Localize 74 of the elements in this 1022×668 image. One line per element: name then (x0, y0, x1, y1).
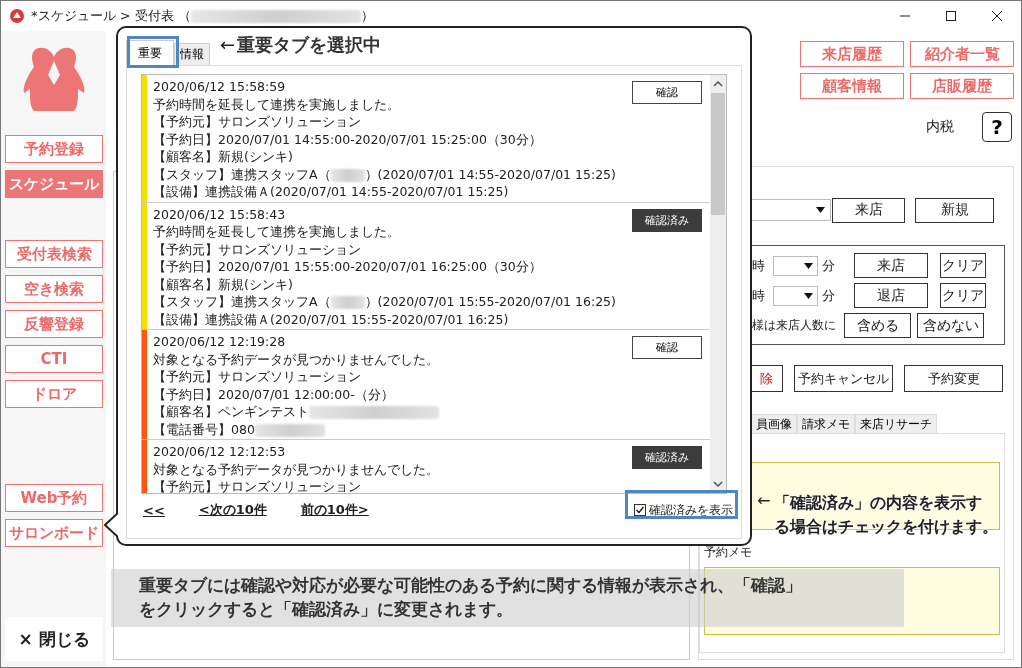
confirm-button[interactable]: 確認 (632, 81, 702, 104)
notice-line: 【顧客名】ペンギンテスト (153, 403, 632, 421)
hour-label: 時 (752, 286, 765, 305)
penguins-logo (21, 45, 87, 113)
popup-tab[interactable]: 重要 (126, 40, 174, 65)
page-link[interactable]: 前の10件> (300, 501, 369, 519)
detail-tab[interactable]: 員画像 (751, 414, 797, 433)
tax-label: 内税 (926, 118, 954, 136)
minute-select[interactable] (773, 285, 819, 306)
close-icon[interactable] (991, 10, 1003, 22)
notice-timestamp: 2020/06/12 15:58:59 (153, 78, 287, 96)
action-button[interactable]: 予約キャンセル (794, 365, 893, 392)
minute-label: 分 (822, 286, 836, 305)
maximize-icon[interactable] (945, 10, 957, 22)
notice-line: 【予約元】サロンズソリューション (153, 368, 362, 386)
visit-button[interactable]: 来店 (832, 197, 905, 223)
annotation-arrow: ← (757, 491, 771, 512)
notice-timestamp: 2020/06/12 12:12:53 (153, 443, 287, 461)
notice-timestamp: 2020/06/12 15:58:43 (153, 205, 287, 223)
page-link[interactable]: << (143, 502, 165, 518)
detail-tab[interactable]: 請求メモ (797, 414, 855, 433)
confirm-button[interactable]: 確認済み (632, 446, 702, 469)
notice-line: 【予約日】2020/07/01 14:55:00-2020/07/01 15:25:00（30分） (153, 130, 543, 148)
notice-line: 【予約元】サロンズソリューション (153, 478, 362, 493)
show-confirmed-checkbox[interactable]: 確認済みを表示 (634, 501, 733, 519)
notice-line: 【予約日】2020/07/01 12:00:00-（分） (153, 385, 395, 403)
hour-label: 時 (752, 256, 765, 275)
notice-line: 【予約日】2020/07/01 15:55:00-2020/07/01 16:25:00（30分） (153, 258, 543, 276)
time-button[interactable]: 退店 (854, 283, 929, 308)
notice-timestamp: 2020/06/12 12:19:28 (153, 333, 287, 351)
page-link[interactable]: <次の10件 (198, 501, 267, 519)
include-button[interactable]: 含める (844, 313, 911, 338)
notice-line: 【電話番号】080 (153, 420, 632, 438)
dropdown-arrow-icon (804, 292, 814, 299)
action-button[interactable]: 予約変更 (904, 365, 1003, 392)
notice-line: 予約時間を延長して連携を実施しました。 (153, 223, 401, 241)
headcount-label: 様は来店人数に (752, 317, 837, 334)
dropdown-arrow-icon (804, 262, 814, 269)
dropdown-arrow-icon (816, 207, 825, 213)
action-button[interactable]: 除 (751, 365, 783, 392)
help-button[interactable]: ? (982, 112, 1012, 142)
minute-select[interactable] (773, 255, 819, 276)
confirm-button[interactable]: 確認 (632, 336, 702, 359)
notice-line: 予約時間を延長して連携を実施しました。 (153, 95, 401, 113)
notice-line: 【設備】連携設備Ａ(2020/07/01 15:55-2020/07/01 16:25) (153, 310, 510, 328)
window-title: *スケジュール > 受付表 （ ） (31, 7, 374, 25)
notice-line: 対象となる予約データが見つかりませんでした。 (153, 460, 440, 478)
memo-label: 予約メモ (704, 544, 753, 561)
exclude-button[interactable]: 含めない (917, 313, 984, 338)
notice-line: 【顧客名】新規(シンキ) (153, 275, 294, 293)
scroll-down-icon[interactable] (713, 481, 723, 487)
new-button[interactable]: 新規 (915, 197, 994, 223)
notice-line: 【スタッフ】連携スタッフA（ ）(2020/07/01 14:55-2020/07/01 15:25) (153, 165, 617, 183)
time-button[interactable]: 来店 (854, 253, 929, 278)
notice-line: 【顧客名】新規(シンキ) (153, 148, 294, 166)
notice-line: 【設備】連携設備Ａ(2020/07/01 14:55-2020/07/01 15:25) (153, 183, 510, 201)
scroll-up-icon[interactable] (713, 81, 723, 87)
annotation-arrow: ← (220, 34, 236, 55)
annotation-text: 重要タブを選択中 (237, 33, 382, 57)
annotation-banner: 重要タブには確認や対応が必要な可能性のある予約に関する情報が表示され、「確認」 をクリックすると「確認済み」に変更されます。 (111, 569, 904, 627)
notice-line: 対象となる予約データが見つかりませんでした。 (153, 350, 440, 368)
detail-tab[interactable]: 来店リサーチ (855, 414, 937, 433)
highlight-frame (127, 36, 179, 68)
checkbox-icon (634, 504, 646, 516)
notice-line: 【予約元】サロンズソリューション (153, 240, 362, 258)
scrollbar[interactable] (710, 75, 726, 493)
app-icon (9, 8, 25, 24)
confirm-button[interactable]: 確認済み (632, 208, 702, 232)
clear-button[interactable]: クリア (940, 253, 986, 278)
minute-label: 分 (822, 256, 836, 275)
notice-line: 【予約元】サロンズソリューション (153, 113, 362, 131)
clear-button[interactable]: クリア (940, 283, 986, 308)
close-button[interactable]: × 閉じる (5, 617, 103, 661)
notice-line: 【スタッフ】連携スタッフA（ ）(2020/07/01 15:55-2020/07/01 16:25) (153, 293, 617, 311)
